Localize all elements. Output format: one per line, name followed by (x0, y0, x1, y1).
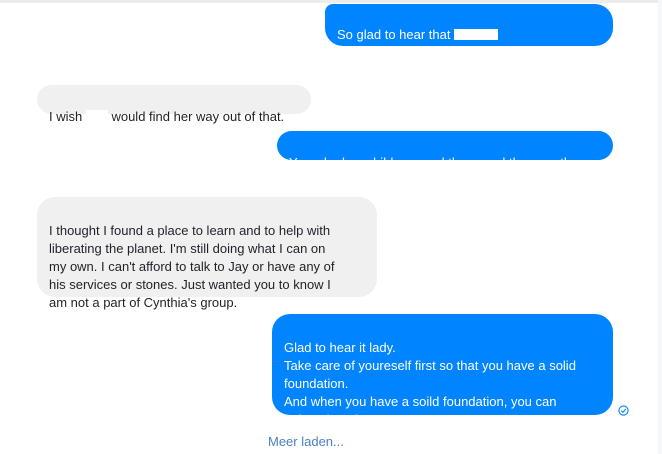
load-more-link[interactable]: Meer laden... (268, 433, 344, 451)
scrollbar-track[interactable] (658, 0, 662, 454)
message-bubble-incoming[interactable]: I wish would find her way out of that. (37, 85, 311, 126)
redacted-name (85, 110, 108, 126)
message-bubble-outgoing[interactable]: Yes, she has childeren and they need the… (277, 131, 613, 170)
message-bubble-outgoing[interactable]: Glad to hear it lady. Take care of youre… (272, 314, 613, 427)
message-thread: So glad to hear that Good thing that you… (0, 0, 662, 454)
message-text: would find her way out of that. (107, 109, 285, 124)
message-bubble-incoming[interactable]: I thought I found a place to learn and t… (37, 197, 377, 310)
message-bubble-outgoing[interactable]: So glad to hear that Good thing that you… (325, 4, 613, 60)
redacted-name (454, 28, 499, 40)
check-circle-icon (618, 405, 629, 416)
message-text: I thought I found a place to learn and t… (49, 223, 335, 310)
message-text: Yes, she has childeren and they need the… (289, 155, 586, 170)
message-text: Glad to hear it lady. Take care of youre… (284, 340, 576, 427)
message-text: So glad to hear that (337, 27, 455, 42)
message-text: I wish (49, 109, 86, 124)
message-text: Good thing that you lost contact whit he… (337, 45, 580, 60)
